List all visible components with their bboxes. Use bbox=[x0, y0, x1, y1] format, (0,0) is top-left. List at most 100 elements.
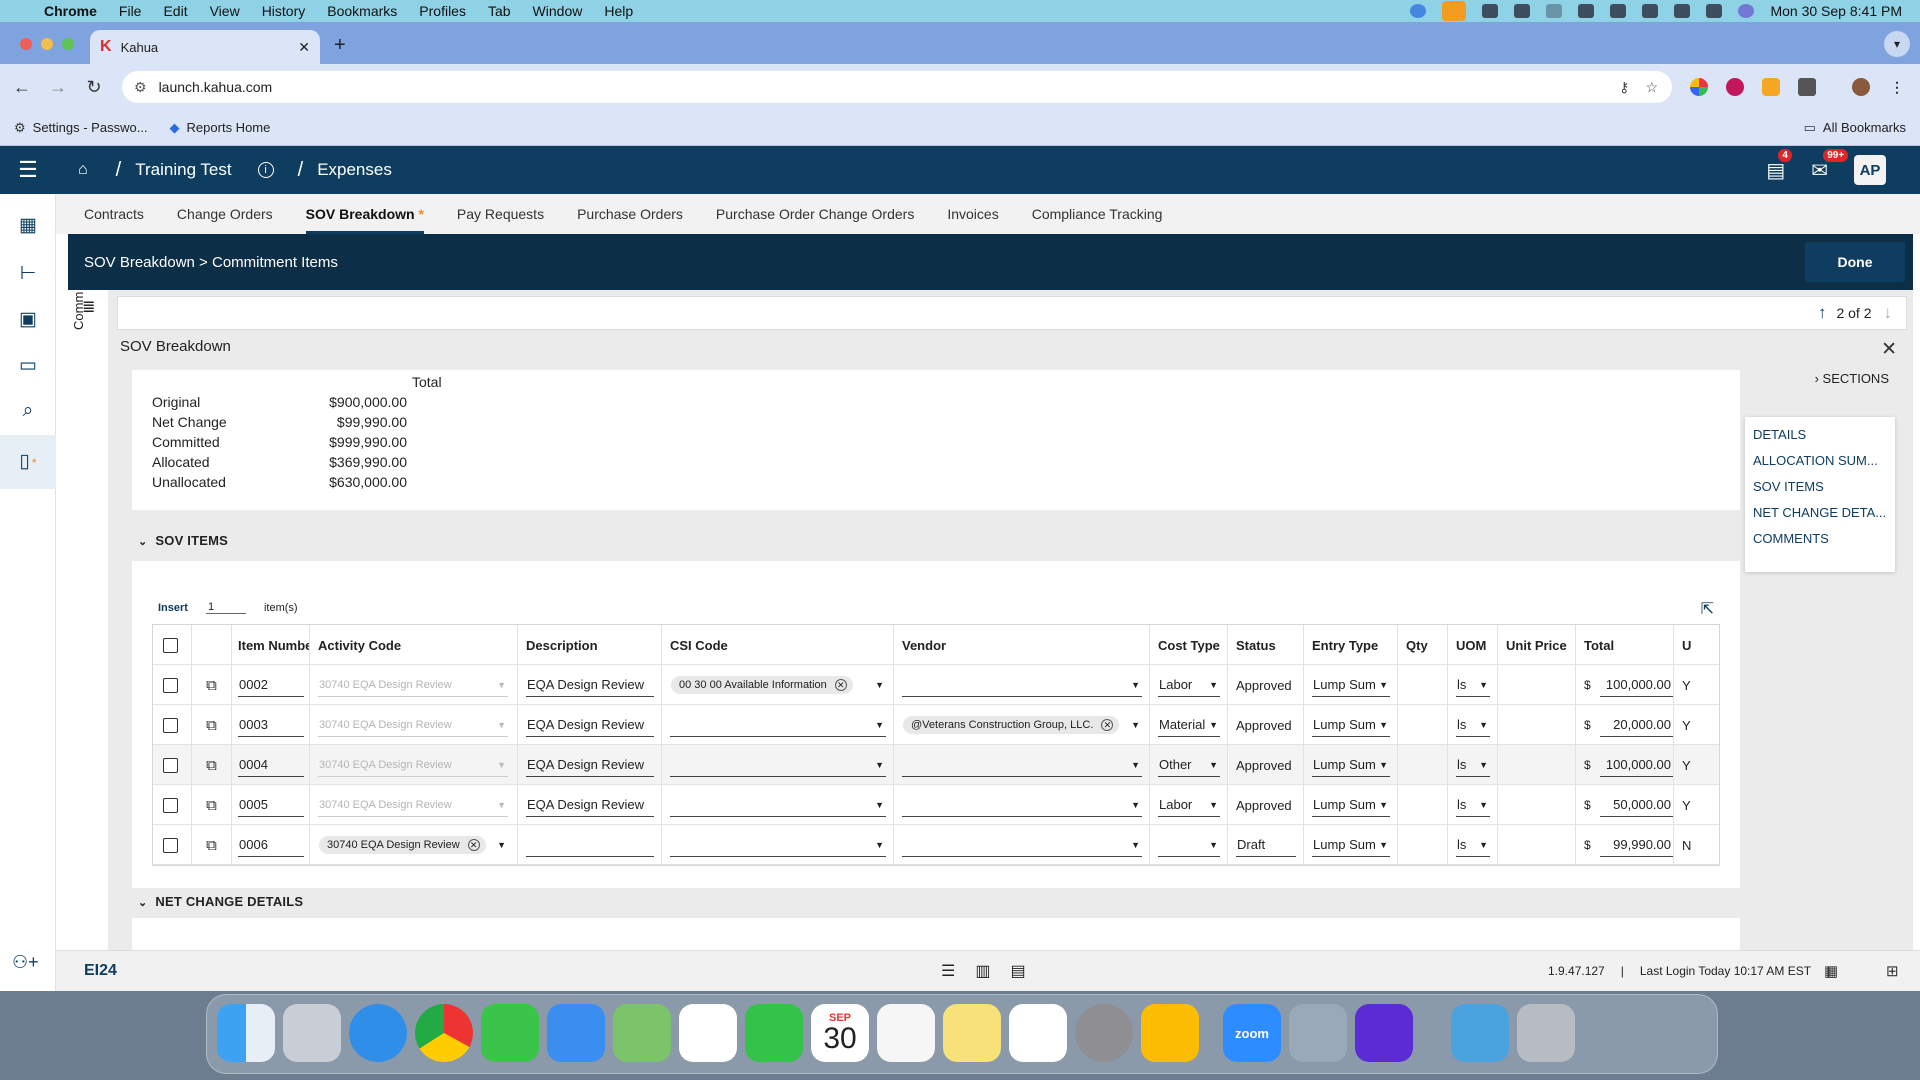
unit-price-cell[interactable] bbox=[1497, 785, 1575, 825]
split-view-icon[interactable]: ▥ bbox=[975, 961, 990, 981]
subnav-compliance-tracking[interactable]: Compliance Tracking bbox=[1032, 194, 1163, 234]
microphone-icon[interactable] bbox=[1442, 1, 1467, 21]
description-input[interactable]: EQA Design Review bbox=[526, 753, 654, 777]
menu-help[interactable]: Help bbox=[604, 3, 633, 19]
forward-arrow-icon[interactable]: → bbox=[44, 77, 72, 98]
system-settings-icon[interactable] bbox=[1075, 1004, 1133, 1062]
info-icon[interactable]: i bbox=[257, 162, 274, 178]
sections-toggle[interactable]: › SECTIONS bbox=[1815, 371, 1889, 386]
vendor-select[interactable]: ▼ bbox=[902, 833, 1142, 857]
uom-select[interactable]: ls ▼ bbox=[1456, 833, 1490, 857]
cost-type-select[interactable]: Labor ▼ bbox=[1158, 793, 1220, 817]
menu-tab[interactable]: Tab bbox=[488, 3, 511, 19]
uom-select[interactable]: ls ▼ bbox=[1456, 793, 1490, 817]
section-link-comments[interactable]: COMMENTS bbox=[1753, 531, 1829, 546]
bluetooth-icon[interactable] bbox=[1610, 4, 1627, 18]
description-input[interactable] bbox=[526, 833, 654, 857]
all-bookmarks[interactable]: ▭ All Bookmarks bbox=[1804, 120, 1906, 136]
menu-file[interactable]: File bbox=[119, 3, 142, 19]
launchpad-icon[interactable] bbox=[283, 1004, 341, 1062]
reminders-icon[interactable] bbox=[877, 1004, 935, 1062]
facetime-icon[interactable] bbox=[745, 1004, 803, 1062]
activity-code-select[interactable]: 30740 EQA Design Review ▼ bbox=[318, 713, 508, 737]
vendor-select[interactable]: ▼ bbox=[902, 793, 1142, 817]
description-input[interactable]: EQA Design Review bbox=[526, 713, 654, 737]
row-checkbox[interactable] bbox=[163, 837, 178, 853]
col-u[interactable]: U bbox=[1673, 625, 1713, 665]
calendar-icon[interactable]: ▭ bbox=[0, 354, 56, 377]
edit-row-icon[interactable]: ⧉ bbox=[206, 757, 217, 774]
close-form-icon[interactable]: ✕ bbox=[1881, 338, 1897, 361]
net-change-section-header[interactable]: ⌄ NET CHANGE DETAILS bbox=[138, 894, 303, 909]
col-unit-price[interactable]: Unit Price bbox=[1497, 625, 1575, 665]
profile-avatar-icon[interactable] bbox=[1852, 78, 1870, 96]
done-button[interactable]: Done bbox=[1805, 242, 1905, 282]
item-number-input[interactable]: 0006 bbox=[238, 833, 304, 857]
insert-count-input[interactable]: 1 bbox=[205, 601, 246, 614]
grammarly-app-icon[interactable] bbox=[1355, 1004, 1413, 1062]
bookmark-star-icon[interactable]: ☆ bbox=[1645, 79, 1658, 96]
close-tab-icon[interactable]: ✕ bbox=[298, 39, 310, 56]
control-center-icon[interactable] bbox=[1706, 4, 1723, 18]
col-description[interactable]: Description bbox=[517, 625, 661, 665]
cost-type-select[interactable]: Material ▼ bbox=[1158, 713, 1220, 737]
browser-tab-kahua[interactable]: K Kahua ✕ bbox=[90, 30, 320, 64]
extension-record-icon[interactable] bbox=[1726, 78, 1744, 96]
activity-code-select[interactable]: 30740 EQA Design Review ▼ bbox=[318, 793, 508, 817]
extension-pen-icon[interactable] bbox=[1762, 78, 1780, 96]
collapsed-list-panel[interactable]: ≣ Comm bbox=[68, 290, 108, 950]
select-all-checkbox[interactable] bbox=[163, 637, 178, 653]
home-icon[interactable]: ⌂ bbox=[78, 161, 88, 179]
item-number-input[interactable]: 0005 bbox=[238, 793, 304, 817]
row-checkbox[interactable] bbox=[163, 717, 178, 733]
password-key-icon[interactable]: ⚷ bbox=[1619, 79, 1629, 96]
total-input[interactable]: 50,000.00 bbox=[1599, 793, 1673, 817]
form-view-icon[interactable]: ▤ bbox=[1010, 961, 1025, 981]
description-input[interactable]: EQA Design Review bbox=[526, 673, 654, 697]
sov-items-section-header[interactable]: ⌄ SOV ITEMS bbox=[138, 533, 228, 548]
expenses-document-icon[interactable]: ▯ * bbox=[0, 435, 56, 489]
subnav-change-orders[interactable]: Change Orders bbox=[177, 194, 273, 234]
section-link-allocation-summary[interactable]: ALLOCATION SUM... bbox=[1753, 453, 1878, 468]
wifi-icon[interactable] bbox=[1642, 4, 1659, 18]
csi-code-select[interactable]: ▼ bbox=[670, 833, 886, 857]
menu-bookmarks[interactable]: Bookmarks bbox=[327, 3, 397, 19]
col-item-number[interactable]: Item Number bbox=[231, 625, 309, 665]
hamburger-menu-icon[interactable]: ☰ bbox=[0, 157, 56, 183]
subnav-pay-requests[interactable]: Pay Requests bbox=[457, 194, 544, 234]
reload-icon[interactable]: ↻ bbox=[80, 77, 108, 98]
description-input[interactable]: EQA Design Review bbox=[526, 793, 654, 817]
entry-type-select[interactable]: Lump Sum ▼ bbox=[1312, 673, 1390, 697]
back-arrow-icon[interactable]: ← bbox=[8, 77, 36, 98]
uom-select[interactable]: ls ▼ bbox=[1456, 753, 1490, 777]
unit-price-cell[interactable] bbox=[1497, 745, 1575, 785]
col-activity-code[interactable]: Activity Code bbox=[309, 625, 517, 665]
screen-icon[interactable] bbox=[1546, 4, 1563, 18]
item-number-input[interactable]: 0003 bbox=[238, 713, 304, 737]
breadcrumb-project[interactable]: Training Test bbox=[135, 160, 231, 180]
subnav-invoices[interactable]: Invoices bbox=[947, 194, 998, 234]
breadcrumb-app[interactable]: Expenses bbox=[317, 160, 392, 180]
total-input[interactable]: 100,000.00 bbox=[1599, 753, 1673, 777]
row-checkbox[interactable] bbox=[163, 677, 178, 693]
menu-window[interactable]: Window bbox=[533, 3, 583, 19]
close-window-button[interactable] bbox=[20, 38, 32, 50]
grammarly-icon[interactable] bbox=[1482, 4, 1499, 18]
vendor-select[interactable]: ▼ bbox=[902, 673, 1142, 697]
total-input[interactable]: 100,000.00 bbox=[1599, 673, 1673, 697]
new-tab-icon[interactable]: + bbox=[334, 34, 346, 57]
qty-cell[interactable] bbox=[1397, 745, 1447, 785]
zoom-app-icon[interactable]: zoom bbox=[1223, 1004, 1281, 1062]
subnav-po-change-orders[interactable]: Purchase Order Change Orders bbox=[716, 194, 914, 234]
entry-type-select[interactable]: Lump Sum ▼ bbox=[1312, 713, 1390, 737]
row-checkbox[interactable] bbox=[163, 757, 178, 773]
section-link-net-change-details[interactable]: NET CHANGE DETA... bbox=[1753, 505, 1886, 520]
zoom-window-button[interactable] bbox=[62, 38, 74, 50]
qty-cell[interactable] bbox=[1397, 785, 1447, 825]
siri-icon[interactable] bbox=[1738, 4, 1755, 18]
safari-icon[interactable] bbox=[349, 1004, 407, 1062]
uom-select[interactable]: ls ▼ bbox=[1456, 673, 1490, 697]
total-input[interactable]: 99,990.00 bbox=[1599, 833, 1673, 857]
extensions-puzzle-icon[interactable] bbox=[1798, 78, 1816, 96]
item-number-input[interactable]: 0002 bbox=[238, 673, 304, 697]
